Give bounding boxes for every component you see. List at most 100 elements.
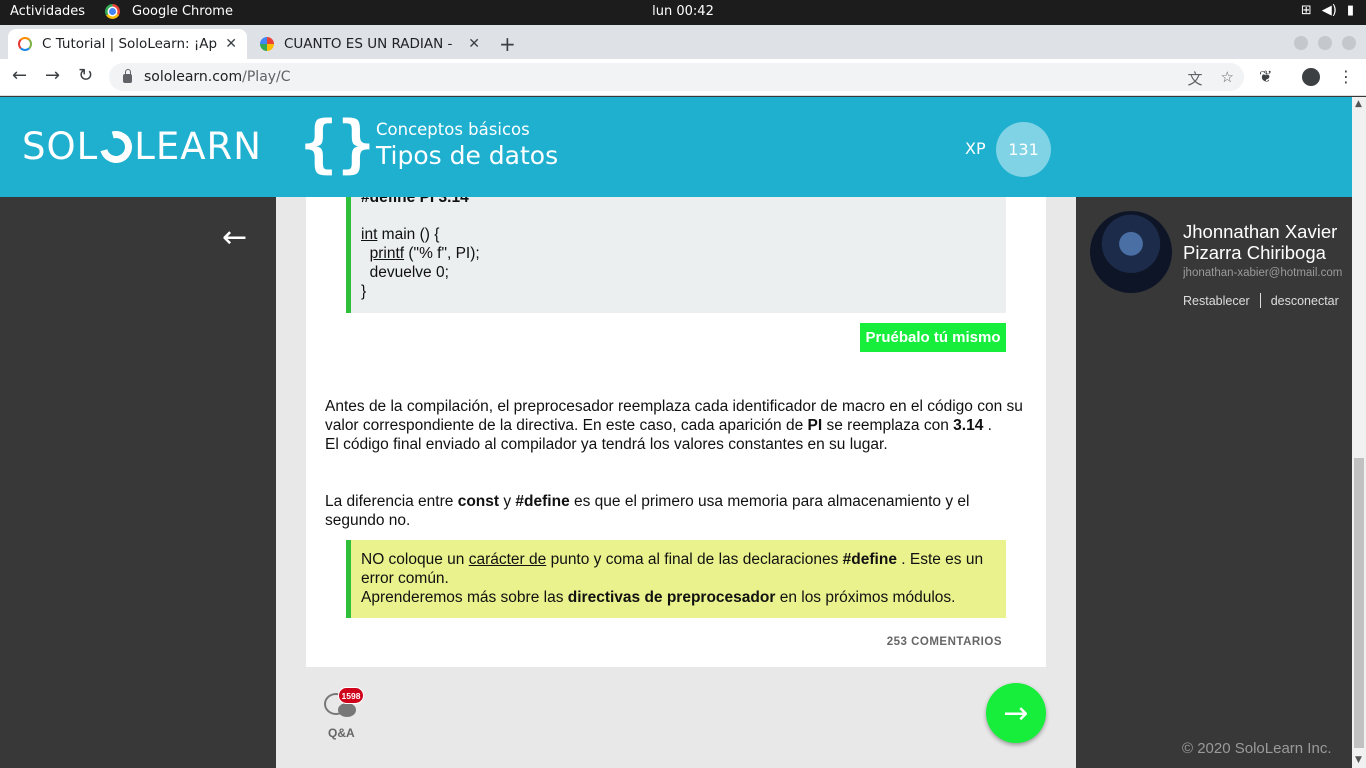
profile-name: Jhonnathan Xavier Pizarra Chiriboga — [1183, 221, 1338, 263]
text: NO coloque un — [361, 551, 469, 568]
code-keyword: int — [361, 226, 378, 243]
bold-text: 3.14 — [953, 417, 984, 434]
text: La diferencia entre — [325, 493, 458, 510]
try-it-yourself-button[interactable]: Pruébalo tú mismo — [860, 323, 1006, 352]
tab-title: CUANTO ES UN RADIAN - — [284, 36, 453, 52]
lock-icon[interactable] — [123, 69, 132, 83]
google-favicon-icon — [260, 37, 274, 51]
volume-icon: ◀) — [1321, 3, 1337, 18]
chrome-icon — [105, 4, 120, 19]
activities-button[interactable]: Actividades — [10, 4, 85, 19]
network-icon: ⊞ — [1300, 3, 1312, 18]
bookmark-star-icon[interactable]: ☆ — [1221, 68, 1234, 89]
battery-icon: ▮ — [1346, 3, 1354, 18]
sololearn-header: SOL LEARN {} Conceptos básicos Tipos de … — [0, 97, 1366, 197]
reset-link[interactable]: Restablecer — [1183, 294, 1250, 308]
new-tab-icon[interactable]: + — [499, 32, 516, 56]
avatar[interactable] — [1090, 211, 1172, 293]
code-block: #define PI 3.14 int main () { printf ("%… — [346, 197, 1006, 313]
sololearn-swirl-icon — [94, 124, 139, 169]
chat-bubble-icon — [338, 703, 356, 717]
code-text: main () { — [377, 226, 440, 243]
menu-kebab-icon[interactable]: ⋮ — [1338, 67, 1354, 86]
lesson-area: #define PI 3.14 int main () { printf ("%… — [276, 197, 1076, 768]
url-host: sololearn.com — [144, 69, 243, 85]
code-line: } — [361, 283, 367, 300]
explanation-paragraph: Antes de la compilación, el preprocesado… — [325, 397, 1025, 454]
bold-text: PI — [807, 417, 823, 434]
scrollbar-thumb[interactable] — [1354, 458, 1364, 748]
text: se reemplaza con — [822, 417, 954, 434]
close-tab-icon[interactable]: ✕ — [468, 36, 480, 52]
arrow-right-icon: → — [1003, 695, 1029, 731]
logo-text-right: LEARN — [134, 125, 262, 168]
xp-value: 131 — [996, 122, 1051, 177]
profile-button[interactable] — [1302, 68, 1320, 90]
bold-text: const — [457, 493, 500, 510]
bold-text: directivas de preprocesador — [567, 589, 776, 606]
bold-text: #define — [515, 493, 570, 510]
close-window-icon[interactable] — [1342, 36, 1356, 50]
code-line: devuelve 0; — [361, 264, 449, 281]
note-box: NO coloque un carácter de punto y coma a… — [346, 540, 1006, 618]
code-line: int main () { — [361, 226, 439, 244]
tab-sololearn[interactable]: C Tutorial | SoloLearn: ¡Ap ✕ — [8, 29, 247, 59]
code-function: printf — [369, 245, 405, 262]
url-path: /Play/C — [242, 69, 291, 85]
sololearn-logo[interactable]: SOL LEARN — [22, 124, 262, 169]
profile-links: Restablecer desconectar — [1183, 293, 1339, 308]
tab-title: C Tutorial | SoloLearn: ¡Ap — [42, 36, 218, 52]
app-name: Google Chrome — [132, 4, 233, 19]
code-line: #define PI 3.14 — [361, 197, 469, 206]
profile-panel: Jhonnathan Xavier Pizarra Chiriboga jhon… — [1076, 197, 1352, 768]
forward-icon[interactable]: → — [45, 65, 60, 86]
bold-text: #define — [842, 551, 897, 568]
window-controls — [1294, 36, 1356, 50]
translate-icon[interactable]: 文 — [1188, 68, 1203, 89]
linked-text[interactable]: carácter de — [469, 551, 547, 568]
copyright: © 2020 SoloLearn Inc. — [1182, 740, 1332, 757]
system-tray[interactable]: ⊞ ◀) ▮ — [1301, 3, 1354, 18]
close-tab-icon[interactable]: ✕ — [225, 36, 237, 52]
profile-email: jhonathan-xabier@hotmail.com — [1183, 267, 1343, 279]
tab-strip: C Tutorial | SoloLearn: ¡Ap ✕ CUANTO ES … — [0, 25, 1366, 59]
scroll-down-icon[interactable]: ▼ — [1355, 755, 1362, 765]
left-panel — [0, 197, 276, 768]
text: . — [983, 417, 992, 434]
maximize-icon[interactable] — [1318, 36, 1332, 50]
braces-icon: {} — [300, 107, 375, 180]
comments-link[interactable]: 253 COMENTARIOS — [887, 636, 1002, 648]
logo-text-left: SOL — [22, 125, 99, 168]
back-icon[interactable]: ← — [12, 65, 27, 86]
browser-toolbar: ← → ↻ sololearn.com/Play/C 文 ☆ ❦ ⋮ — [0, 59, 1366, 96]
app-menu[interactable]: Google Chrome — [105, 4, 233, 19]
text: y — [499, 493, 516, 510]
scroll-up-icon[interactable]: ▲ — [1355, 99, 1362, 109]
account-icon — [1302, 68, 1320, 86]
course-title: Conceptos básicos — [376, 120, 530, 139]
system-top-bar: Actividades Google Chrome lun 00:42 ⊞ ◀)… — [0, 0, 1366, 25]
difference-paragraph: La diferencia entre const y #define es q… — [325, 492, 1025, 530]
text: en los próximos módulos. — [775, 589, 956, 606]
lesson-title: Tipos de datos — [376, 141, 559, 170]
minimize-icon[interactable] — [1294, 36, 1308, 50]
next-button[interactable]: → — [986, 683, 1046, 743]
sololearn-favicon-icon — [18, 37, 32, 51]
text: El código final enviado al compilador ya… — [325, 436, 888, 453]
qa-count-badge: 1598 — [338, 687, 364, 704]
code-line: printf ("% f", PI); — [361, 245, 480, 263]
xp-label: XP — [965, 139, 986, 158]
tab-radian[interactable]: CUANTO ES UN RADIAN - ✕ — [250, 29, 490, 59]
link-separator — [1259, 293, 1261, 308]
lesson-card: #define PI 3.14 int main () { printf ("%… — [306, 197, 1046, 667]
logout-link[interactable]: desconectar — [1271, 294, 1339, 308]
text: punto y coma al final de las declaracion… — [546, 551, 843, 568]
back-arrow-icon[interactable]: ← — [222, 220, 247, 255]
address-bar[interactable]: sololearn.com/Play/C 文 ☆ — [109, 63, 1244, 91]
qa-label: Q&A — [328, 726, 355, 740]
qa-button[interactable]: 1598 Q&A — [324, 687, 364, 743]
extension-icon[interactable]: ❦ — [1259, 67, 1272, 86]
text: Aprenderemos más sobre las — [361, 589, 568, 606]
code-text: ("% f", PI); — [404, 245, 480, 262]
reload-icon[interactable]: ↻ — [78, 65, 93, 86]
